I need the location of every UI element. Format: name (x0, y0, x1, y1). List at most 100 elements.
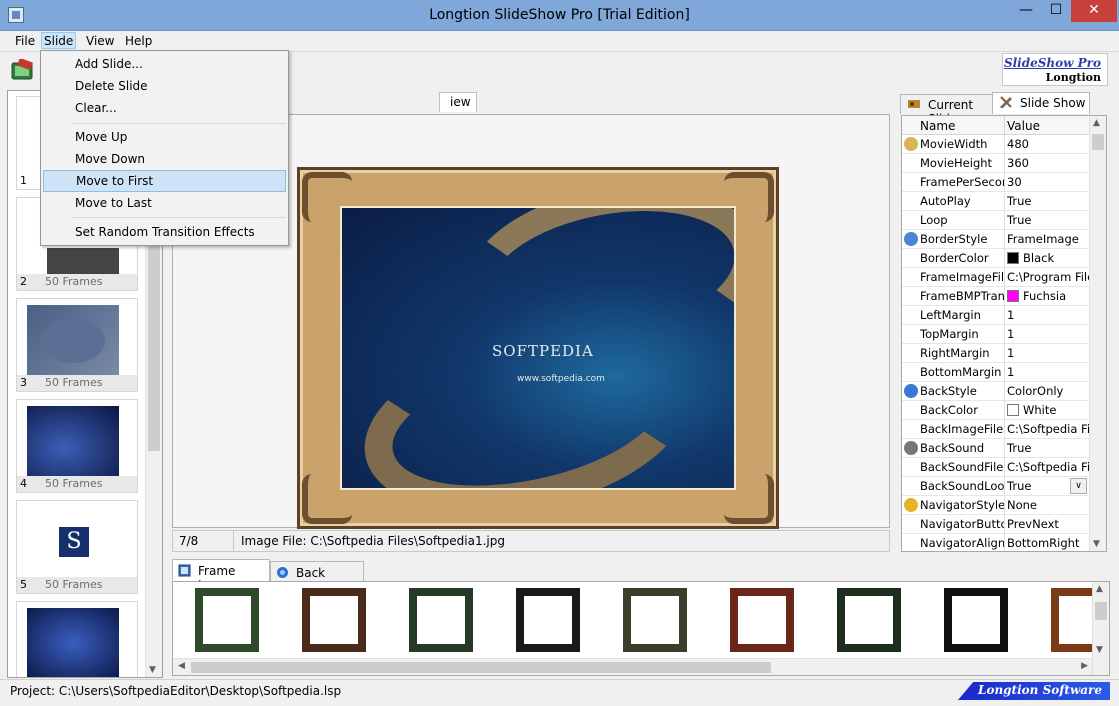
scroll-down-icon[interactable]: ▼ (149, 665, 156, 675)
images-vertical-scrollbar[interactable]: ▲ ▼ (1092, 582, 1109, 675)
slide-card[interactable] (16, 601, 138, 677)
close-button[interactable]: ✕ (1071, 0, 1117, 22)
property-row[interactable]: BackSoundLoop True ∨ (902, 477, 1090, 496)
frame-thumbnail[interactable] (944, 588, 1008, 652)
property-value[interactable]: Black (1007, 251, 1089, 265)
property-value[interactable]: FrameImage (1007, 232, 1089, 246)
menu-view[interactable]: View (84, 33, 116, 50)
property-row[interactable]: BorderStyle FrameImage (902, 230, 1090, 249)
menu-help[interactable]: Help (123, 33, 154, 50)
maximize-button[interactable]: ☐ (1040, 0, 1072, 22)
minimize-button[interactable]: — (1010, 0, 1042, 22)
frame-thumbnail[interactable] (302, 588, 366, 652)
property-row[interactable]: BackColor White (902, 401, 1090, 420)
menu-item-move-to-first[interactable]: Move to First (43, 170, 286, 192)
property-value[interactable]: True (1007, 194, 1089, 208)
scroll-down-icon[interactable]: ▼ (1096, 645, 1103, 655)
scroll-thumb[interactable] (1095, 602, 1107, 620)
property-row[interactable]: BackImageFileC:\Softpedia File (902, 420, 1090, 439)
frame-thumbnail[interactable] (730, 588, 794, 652)
property-value[interactable]: True (1007, 213, 1089, 227)
property-row[interactable]: BottomMargin 1 (902, 363, 1090, 382)
property-row[interactable]: AutoPlay True (902, 192, 1090, 211)
tab-current-slide[interactable]: Current Slide (900, 94, 994, 126)
frame-thumbnail[interactable] (623, 588, 687, 652)
status-bar: Project: C:\Users\SoftpediaEditor\Deskto… (0, 679, 1119, 706)
property-value[interactable]: 480 (1007, 137, 1089, 151)
preview-status: 7/8 Image File: C:\Softpedia Files\Softp… (172, 530, 890, 552)
property-row[interactable]: FrameBMPTransp Fuchsia (902, 287, 1090, 306)
property-value[interactable]: PrevNext (1007, 517, 1089, 531)
property-value[interactable]: 1 (1007, 327, 1089, 341)
scroll-up-icon[interactable]: ▲ (1096, 584, 1103, 594)
property-row[interactable]: MovieHeight 360 (902, 154, 1090, 173)
property-value[interactable]: 1 (1007, 346, 1089, 360)
slideshow-icon[interactable] (10, 59, 36, 83)
menu-file[interactable]: File (13, 33, 37, 50)
property-value[interactable]: 30 (1007, 175, 1089, 189)
property-value[interactable]: Fuchsia (1007, 289, 1089, 303)
project-path: Project: C:\Users\SoftpediaEditor\Deskto… (10, 684, 342, 698)
property-row[interactable]: FramePerSecond30 (902, 173, 1090, 192)
scroll-thumb[interactable] (191, 662, 771, 673)
frame-image: SOFTPEDIA www.softpedia.com (297, 167, 779, 529)
tab-frame-images[interactable]: Frame Images (172, 559, 270, 592)
property-row[interactable]: NavigatorStyle None (902, 496, 1090, 515)
property-grid[interactable]: Name Value MovieWidth 480 MovieHeight 360 Fr… (901, 115, 1107, 552)
property-row[interactable]: RightMargin 1 (902, 344, 1090, 363)
property-row[interactable]: FrameImageFileC:\Program Files (902, 268, 1090, 287)
scroll-left-icon[interactable]: ◀ (178, 661, 185, 671)
property-value[interactable]: White (1007, 403, 1089, 417)
property-row[interactable]: MovieWidth 480 (902, 135, 1090, 154)
slide-card[interactable]: 4 50 Frames (16, 399, 138, 493)
images-horizontal-scrollbar[interactable]: ◀ ▶ (173, 658, 1093, 675)
dropdown-arrow-icon[interactable]: ∨ (1070, 478, 1087, 494)
menu-item-clear[interactable]: Clear... (43, 97, 286, 119)
property-row[interactable]: BackSound True (902, 439, 1090, 458)
property-row[interactable]: Loop True (902, 211, 1090, 230)
property-value[interactable]: ColorOnly (1007, 384, 1089, 398)
scroll-up-icon[interactable]: ▲ (1093, 118, 1100, 128)
property-value[interactable]: True (1007, 441, 1089, 455)
property-row[interactable]: NavigatorButtonsPrevNext (902, 515, 1090, 534)
tab-slide-show[interactable]: Slide Show (992, 92, 1090, 114)
scroll-thumb[interactable] (1092, 134, 1104, 150)
slide-card[interactable]: 3 50 Frames (16, 298, 138, 392)
property-row[interactable]: NavigatorAlign BottomRight (902, 534, 1090, 551)
property-category-icon (904, 498, 918, 512)
frame-thumbnail[interactable] (516, 588, 580, 652)
slide-menu-dropdown: Add Slide... Delete Slide Clear... Move … (40, 50, 289, 246)
menu-item-add-slide[interactable]: Add Slide... (43, 53, 286, 75)
property-value[interactable]: 360 (1007, 156, 1089, 170)
property-row[interactable]: BackSoundFileC:\Softpedia File (902, 458, 1090, 477)
slide-frames: 50 Frames (45, 275, 103, 288)
frame-thumbnail[interactable] (837, 588, 901, 652)
property-row[interactable]: TopMargin 1 (902, 325, 1090, 344)
slide-card[interactable]: S 5 50 Frames (16, 500, 138, 594)
scroll-right-icon[interactable]: ▶ (1081, 661, 1088, 671)
frame-thumbnail[interactable] (409, 588, 473, 652)
property-row[interactable]: BorderColor Black (902, 249, 1090, 268)
frame-images-list[interactable]: ◀ ▶ ▲ ▼ (172, 581, 1110, 676)
menu-item-move-up[interactable]: Move Up (43, 126, 286, 148)
menu-slide[interactable]: Slide (41, 32, 77, 49)
tab-preview[interactable]: iew (439, 92, 477, 112)
property-value[interactable]: C:\Softpedia File (1007, 422, 1089, 436)
back-images-icon (277, 567, 288, 578)
property-row[interactable]: LeftMargin 1 (902, 306, 1090, 325)
property-value[interactable]: 1 (1007, 308, 1089, 322)
property-row[interactable]: BackStyle ColorOnly (902, 382, 1090, 401)
property-value[interactable]: BottomRight (1007, 536, 1089, 550)
scroll-down-icon[interactable]: ▼ (1093, 539, 1100, 549)
property-value[interactable]: 1 (1007, 365, 1089, 379)
property-grid-scrollbar[interactable]: ▲ ▼ (1089, 116, 1106, 551)
property-value[interactable]: C:\Softpedia File (1007, 460, 1089, 474)
menu-item-move-to-last[interactable]: Move to Last (43, 192, 286, 214)
menu-item-move-down[interactable]: Move Down (43, 148, 286, 170)
frame-thumbnail[interactable] (195, 588, 259, 652)
menu-item-random-transitions[interactable]: Set Random Transition Effects (43, 221, 286, 243)
menu-item-delete-slide[interactable]: Delete Slide (43, 75, 286, 97)
property-value[interactable]: C:\Program Files (1007, 270, 1089, 284)
property-value[interactable]: None (1007, 498, 1089, 512)
tab-back-images[interactable]: Back Images (270, 561, 364, 594)
